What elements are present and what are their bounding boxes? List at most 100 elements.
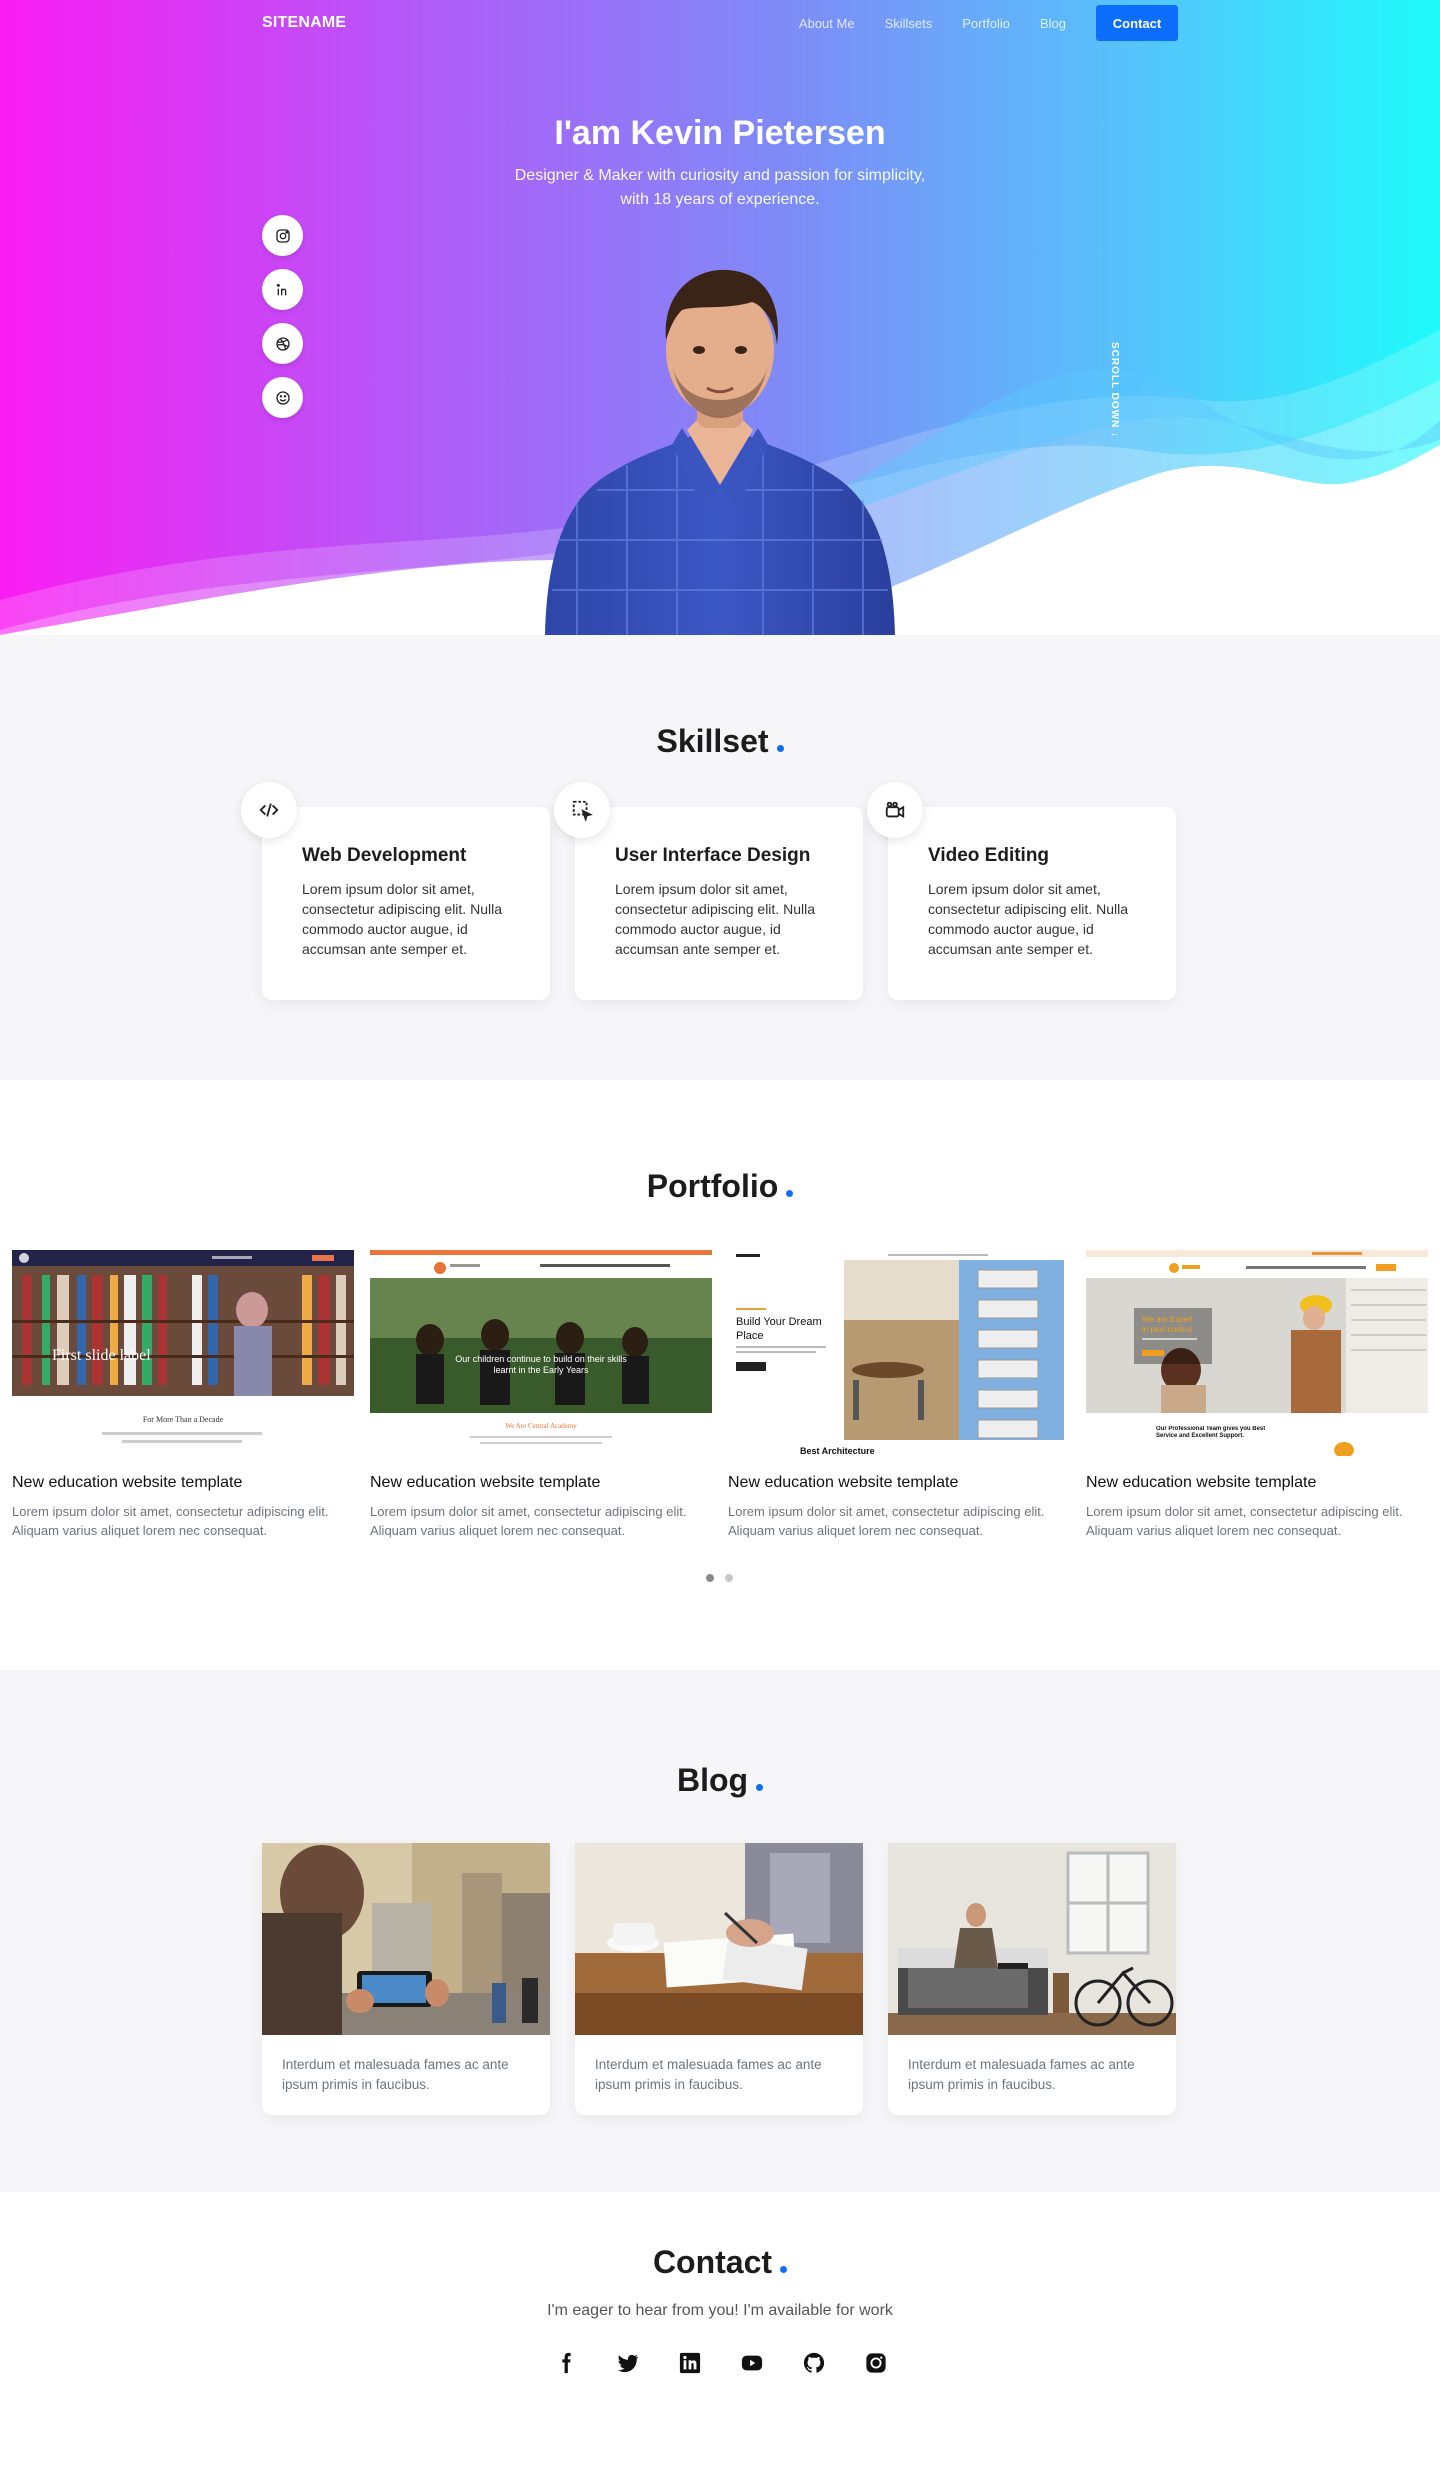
carousel-pagination xyxy=(706,1574,733,1582)
contact-title: Contact xyxy=(0,2244,1440,2281)
thumb-heading: First slide label xyxy=(52,1347,151,1364)
smile-icon xyxy=(275,390,290,405)
select-pointer-icon xyxy=(572,800,593,821)
skill-icon-badge xyxy=(241,782,297,838)
city-photo-preview xyxy=(262,1843,550,2035)
title-dot xyxy=(780,2266,788,2273)
hero-subtitle: Designer & Maker with curiosity and pass… xyxy=(0,164,1440,212)
twitter-link[interactable] xyxy=(617,2352,639,2374)
scroll-down-indicator[interactable]: SCROLL DOWN ↓ xyxy=(1109,342,1120,438)
portfolio-item-title[interactable]: New education website template xyxy=(728,1474,1070,1492)
arrow-down-icon: ↓ xyxy=(1109,432,1120,439)
hero-section: SITENAME About Me Skillsets Portfolio Bl… xyxy=(0,0,1440,635)
portfolio-thumbnail[interactable]: Our children continue to build on their … xyxy=(370,1250,712,1456)
skill-icon-badge xyxy=(867,782,923,838)
pest-control-site-preview: We are Expert in pest control Our Profes… xyxy=(1086,1250,1428,1456)
skillset-title-text: Skillset xyxy=(656,723,769,759)
thumb-caption: Our Professional Team gives you Best Ser… xyxy=(1156,1426,1266,1439)
skill-card-text: Lorem ipsum dolor sit amet, consectetur … xyxy=(615,881,815,957)
skill-card: Web Development Lorem ipsum dolor sit am… xyxy=(241,782,550,1000)
instagram-link[interactable] xyxy=(262,215,303,256)
contact-subtitle: I'm eager to hear from you! I'm availabl… xyxy=(547,2302,893,2319)
thumb-caption: For More Than a Decade xyxy=(143,1415,224,1424)
blog-card-text: Interdum et malesuada fames ac ante ipsu… xyxy=(595,2057,822,2092)
blog-card-image[interactable] xyxy=(575,1843,863,2035)
thumb-heading-line2: Place xyxy=(736,1330,764,1342)
hero-subtitle-line1: Designer & Maker with curiosity and pass… xyxy=(514,167,926,184)
instagram-link[interactable] xyxy=(865,2352,887,2374)
thumb-caption: We Are Central Academy xyxy=(505,1422,577,1430)
portfolio-item-text: Lorem ipsum dolor sit amet, consectetur … xyxy=(728,1504,1045,1538)
github-icon xyxy=(803,2352,825,2373)
github-link[interactable] xyxy=(803,2352,825,2374)
skill-card: Video Editing Lorem ipsum dolor sit amet… xyxy=(867,782,1176,1000)
portfolio-item-title[interactable]: New education website template xyxy=(1086,1474,1428,1492)
skill-card-text: Lorem ipsum dolor sit amet, consectetur … xyxy=(928,881,1128,957)
title-dot xyxy=(756,1784,764,1791)
desk-photo-preview xyxy=(575,1843,863,2035)
youtube-link[interactable] xyxy=(741,2352,763,2374)
library-site-preview: First slide label For More Than a Decade xyxy=(12,1250,354,1456)
blog-card-text: Interdum et malesuada fames ac ante ipsu… xyxy=(282,2057,509,2092)
portfolio-item[interactable]: Build Your Dream Place Best Architecture… xyxy=(728,1250,1070,1540)
blog-title: Blog xyxy=(0,1762,1440,1799)
youtube-icon xyxy=(741,2355,763,2371)
contact-section: Contact I'm eager to hear from you! I'm … xyxy=(0,2192,1440,2465)
skillset-title: Skillset xyxy=(0,723,1440,760)
smile-link[interactable] xyxy=(262,377,303,418)
blog-card-image[interactable] xyxy=(262,1843,550,2035)
contact-button[interactable]: Contact xyxy=(1096,5,1178,41)
portfolio-item-title[interactable]: New education website template xyxy=(370,1474,712,1492)
linkedin-icon xyxy=(679,2352,701,2374)
linkedin-link[interactable] xyxy=(262,269,303,310)
blog-card[interactable]: Interdum et malesuada fames ac ante ipsu… xyxy=(888,1843,1176,2115)
portfolio-item[interactable]: We are Expert in pest control Our Profes… xyxy=(1086,1250,1428,1540)
portfolio-item[interactable]: Our children continue to build on their … xyxy=(370,1250,712,1540)
portfolio-item-text: Lorem ipsum dolor sit amet, consectetur … xyxy=(1086,1504,1403,1538)
skill-card: User Interface Design Lorem ipsum dolor … xyxy=(554,782,863,1000)
portfolio-item-text: Lorem ipsum dolor sit amet, consectetur … xyxy=(370,1504,687,1538)
blog-card[interactable]: Interdum et malesuada fames ac ante ipsu… xyxy=(575,1843,863,2115)
linkedin-link[interactable] xyxy=(679,2352,701,2374)
portfolio-thumbnail[interactable]: Build Your Dream Place Best Architecture xyxy=(728,1250,1070,1456)
thumb-heading: Build Your Dream xyxy=(736,1316,822,1328)
nav-link-blog[interactable]: Blog xyxy=(1040,16,1066,31)
skill-card-title: User Interface Design xyxy=(615,845,811,866)
site-logo[interactable]: SITENAME xyxy=(262,14,346,32)
portfolio-thumbnail[interactable]: We are Expert in pest control Our Profes… xyxy=(1086,1250,1428,1456)
blog-card-image[interactable] xyxy=(888,1843,1176,2035)
portfolio-thumbnail[interactable]: First slide label For More Than a Decade xyxy=(12,1250,354,1456)
title-dot xyxy=(776,745,784,752)
nav-link-portfolio[interactable]: Portfolio xyxy=(962,16,1010,31)
title-dot xyxy=(786,1190,794,1197)
thumb-heading: We are Expert xyxy=(1142,1315,1194,1324)
skill-card-title: Web Development xyxy=(302,845,467,866)
instagram-icon xyxy=(866,2353,886,2373)
twitter-icon xyxy=(617,2354,639,2373)
hero-social-links xyxy=(262,215,303,418)
blog-card[interactable]: Interdum et malesuada fames ac ante ipsu… xyxy=(262,1843,550,2115)
thumb-caption: Best Architecture xyxy=(800,1446,875,1456)
skill-card-text: Lorem ipsum dolor sit amet, consectetur … xyxy=(302,881,502,957)
contact-social-links xyxy=(555,2352,887,2374)
skill-card-title: Video Editing xyxy=(928,845,1050,866)
nav-link-skillsets[interactable]: Skillsets xyxy=(885,16,933,31)
portfolio-item-title[interactable]: New education website template xyxy=(12,1474,354,1492)
portfolio-title-text: Portfolio xyxy=(646,1168,779,1204)
carousel-dot[interactable] xyxy=(725,1574,733,1582)
portfolio-item[interactable]: First slide label For More Than a Decade… xyxy=(12,1250,354,1540)
architecture-site-preview: Build Your Dream Place Best Architecture xyxy=(728,1250,1070,1456)
scroll-down-label: SCROLL DOWN xyxy=(1109,342,1120,429)
code-icon xyxy=(259,803,279,817)
blog-section: Blog Interdum et malesuada fames ac ante… xyxy=(0,1670,1440,2192)
blog-cards: Interdum et malesuada fames ac ante ipsu… xyxy=(262,1843,1176,2115)
facebook-link[interactable] xyxy=(555,2352,577,2374)
carousel-dot[interactable] xyxy=(706,1574,714,1582)
hero-title: I'am Kevin Pietersen xyxy=(554,114,886,152)
portfolio-title: Portfolio xyxy=(0,1168,1440,1205)
portfolio-item-text: Lorem ipsum dolor sit amet, consectetur … xyxy=(12,1504,329,1538)
nav-link-about[interactable]: About Me xyxy=(799,16,855,31)
portfolio-carousel[interactable]: First slide label For More Than a Decade… xyxy=(12,1250,1428,1540)
skillset-section: Skillset Web Development Lorem ipsum dol… xyxy=(0,635,1440,1080)
dribbble-link[interactable] xyxy=(262,323,303,364)
